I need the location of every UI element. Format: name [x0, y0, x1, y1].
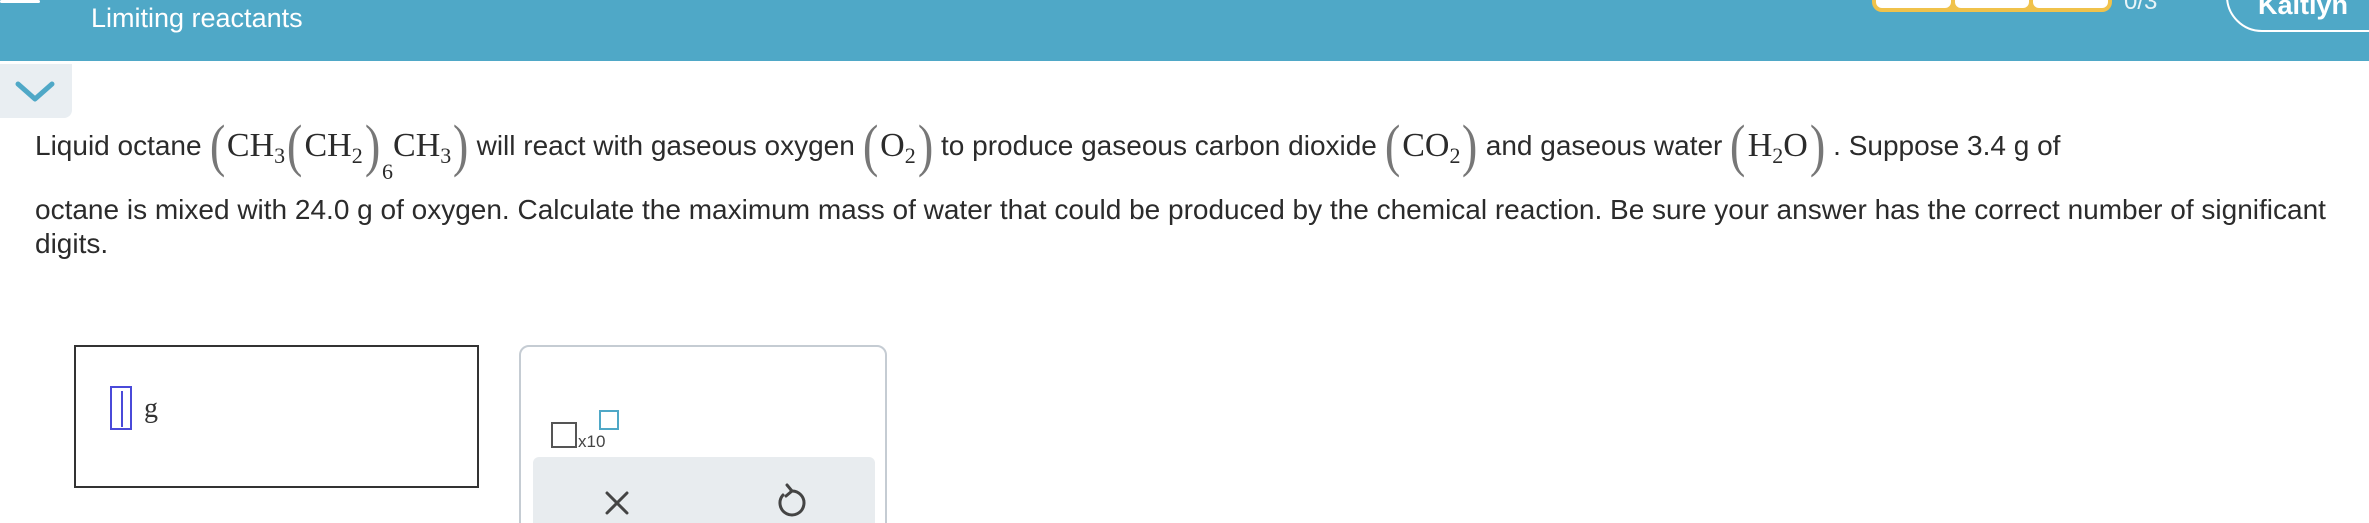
formula-subscript: 2 — [351, 143, 363, 168]
question-text-part: to produce gaseous carbon dioxide — [941, 130, 1377, 161]
math-tool-palette: x10 — [519, 345, 887, 523]
formula-part: O — [1783, 127, 1808, 164]
question-line-1: Liquid octane ( CH 3 ( CH 2 ) 6 CH 3 ) will … — [35, 113, 2061, 185]
chevron-down-icon — [15, 81, 55, 102]
answer-unit: g — [144, 393, 158, 424]
oxygen-formula: ( O2 ) — [862, 113, 934, 178]
collapse-button[interactable] — [0, 64, 72, 118]
x10-label: x10 — [578, 432, 606, 451]
palette-footer — [533, 457, 875, 523]
menu-icon[interactable] — [0, 0, 40, 3]
formula-part: H — [1747, 127, 1773, 164]
answer-input[interactable]: g — [74, 345, 479, 488]
octane-formula: ( CH 3 ( CH 2 ) 6 CH 3 ) — [208, 117, 471, 185]
question-text-part: Liquid octane — [35, 130, 202, 161]
carbon-dioxide-formula: ( CO 2 ) — [1384, 113, 1478, 178]
question-text-part: and gaseous water — [1485, 130, 1723, 161]
question-text-part: . Suppose 3.4 g of — [1833, 130, 2061, 161]
formula-part: O — [880, 127, 905, 164]
progress-segment — [1876, 0, 1951, 8]
text-cursor — [121, 391, 123, 427]
user-name: Kaitlyn — [2258, 0, 2349, 20]
score-text: 0/3 — [2124, 0, 2158, 15]
question-line-2: octane is mixed with 24.0 g of oxygen. C… — [35, 194, 2326, 259]
formula-part: CH — [304, 127, 352, 164]
formula-subscript: 2 — [1449, 143, 1461, 168]
formula-part: CH — [393, 127, 441, 164]
question-text-part: will react with gaseous oxygen — [476, 130, 855, 161]
scientific-notation-button[interactable]: x10 — [551, 377, 641, 451]
undo-icon[interactable] — [767, 479, 815, 523]
formula-part: CH — [226, 127, 275, 164]
progress-segment — [1954, 0, 2030, 8]
formula-part: CO — [1402, 127, 1450, 164]
water-formula: ( H2O ) — [1730, 113, 1826, 178]
formula-subscript: 3 — [440, 143, 452, 168]
formula-subscript: 2 — [1772, 143, 1784, 168]
progress-bar — [1872, 0, 2112, 12]
base-square-icon — [551, 422, 577, 448]
formula-subscript: 3 — [274, 143, 286, 168]
clear-x-icon[interactable] — [593, 479, 641, 523]
top-header-bar: Limiting reactants 0/3 Kaitlyn — [0, 0, 2369, 61]
formula-subscript: 6 — [382, 159, 394, 184]
topic-title: Limiting reactants — [91, 3, 303, 33]
formula-subscript: 2 — [904, 143, 916, 168]
exponent-square-icon — [599, 410, 619, 430]
input-cursor-slot[interactable] — [110, 386, 132, 430]
progress-segment — [2033, 0, 2109, 8]
user-menu-button[interactable]: Kaitlyn — [2226, 0, 2369, 32]
